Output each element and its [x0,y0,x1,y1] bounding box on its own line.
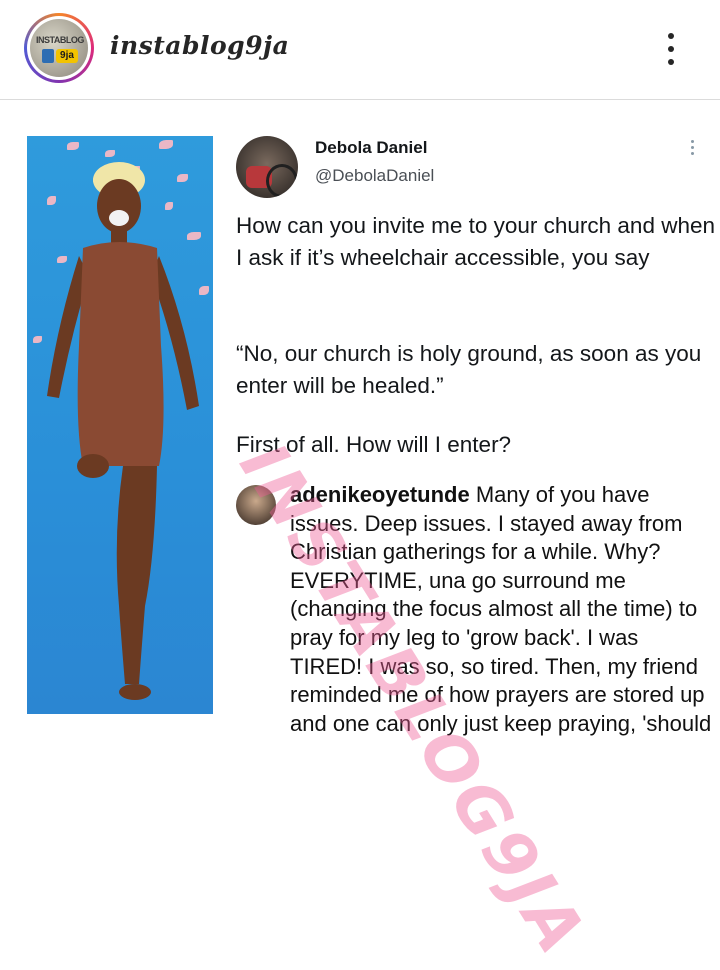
tweet-author-handle[interactable]: @DebolaDaniel [315,166,434,186]
tweet-author-avatar[interactable] [236,136,298,198]
username-link[interactable]: instablog9ja [110,31,289,60]
avatar-logo-image: INSTABLOG 9ja [30,19,88,77]
comment-username[interactable]: adenikeoyetunde [290,482,470,507]
post-image[interactable]: Debola Daniel @DebolaDaniel How can you … [0,100,720,970]
tweet-text-paragraph: First of all. How will I enter? [236,432,512,457]
tweet-text-paragraph: “No, our church is holy ground, as soon … [236,341,702,398]
avatar-logo-mark [42,49,54,63]
comment-author-avatar[interactable] [236,485,276,525]
comment-text: adenikeoyetunde Many of you have issues.… [290,481,714,738]
comment-body: Many of you have issues. Deep issues. I … [290,482,712,736]
post-header: INSTABLOG 9ja instablog9ja [0,0,720,100]
avatar-logo-text: INSTABLOG [36,35,84,45]
tweet-text-paragraph: How can you invite me to your church and… [236,213,716,270]
tweet-author-name[interactable]: Debola Daniel [315,138,427,158]
profile-avatar[interactable]: INSTABLOG 9ja [24,13,94,83]
avatar-logo-badge: 9ja [56,49,78,63]
person-figure [47,162,199,700]
tweet-more-icon[interactable] [688,138,698,158]
more-options-icon[interactable] [656,27,686,71]
avatar-ring-gap: INSTABLOG 9ja [27,16,91,80]
woman-photo [27,136,213,714]
tweet-card: Debola Daniel @DebolaDaniel How can you … [214,108,720,809]
